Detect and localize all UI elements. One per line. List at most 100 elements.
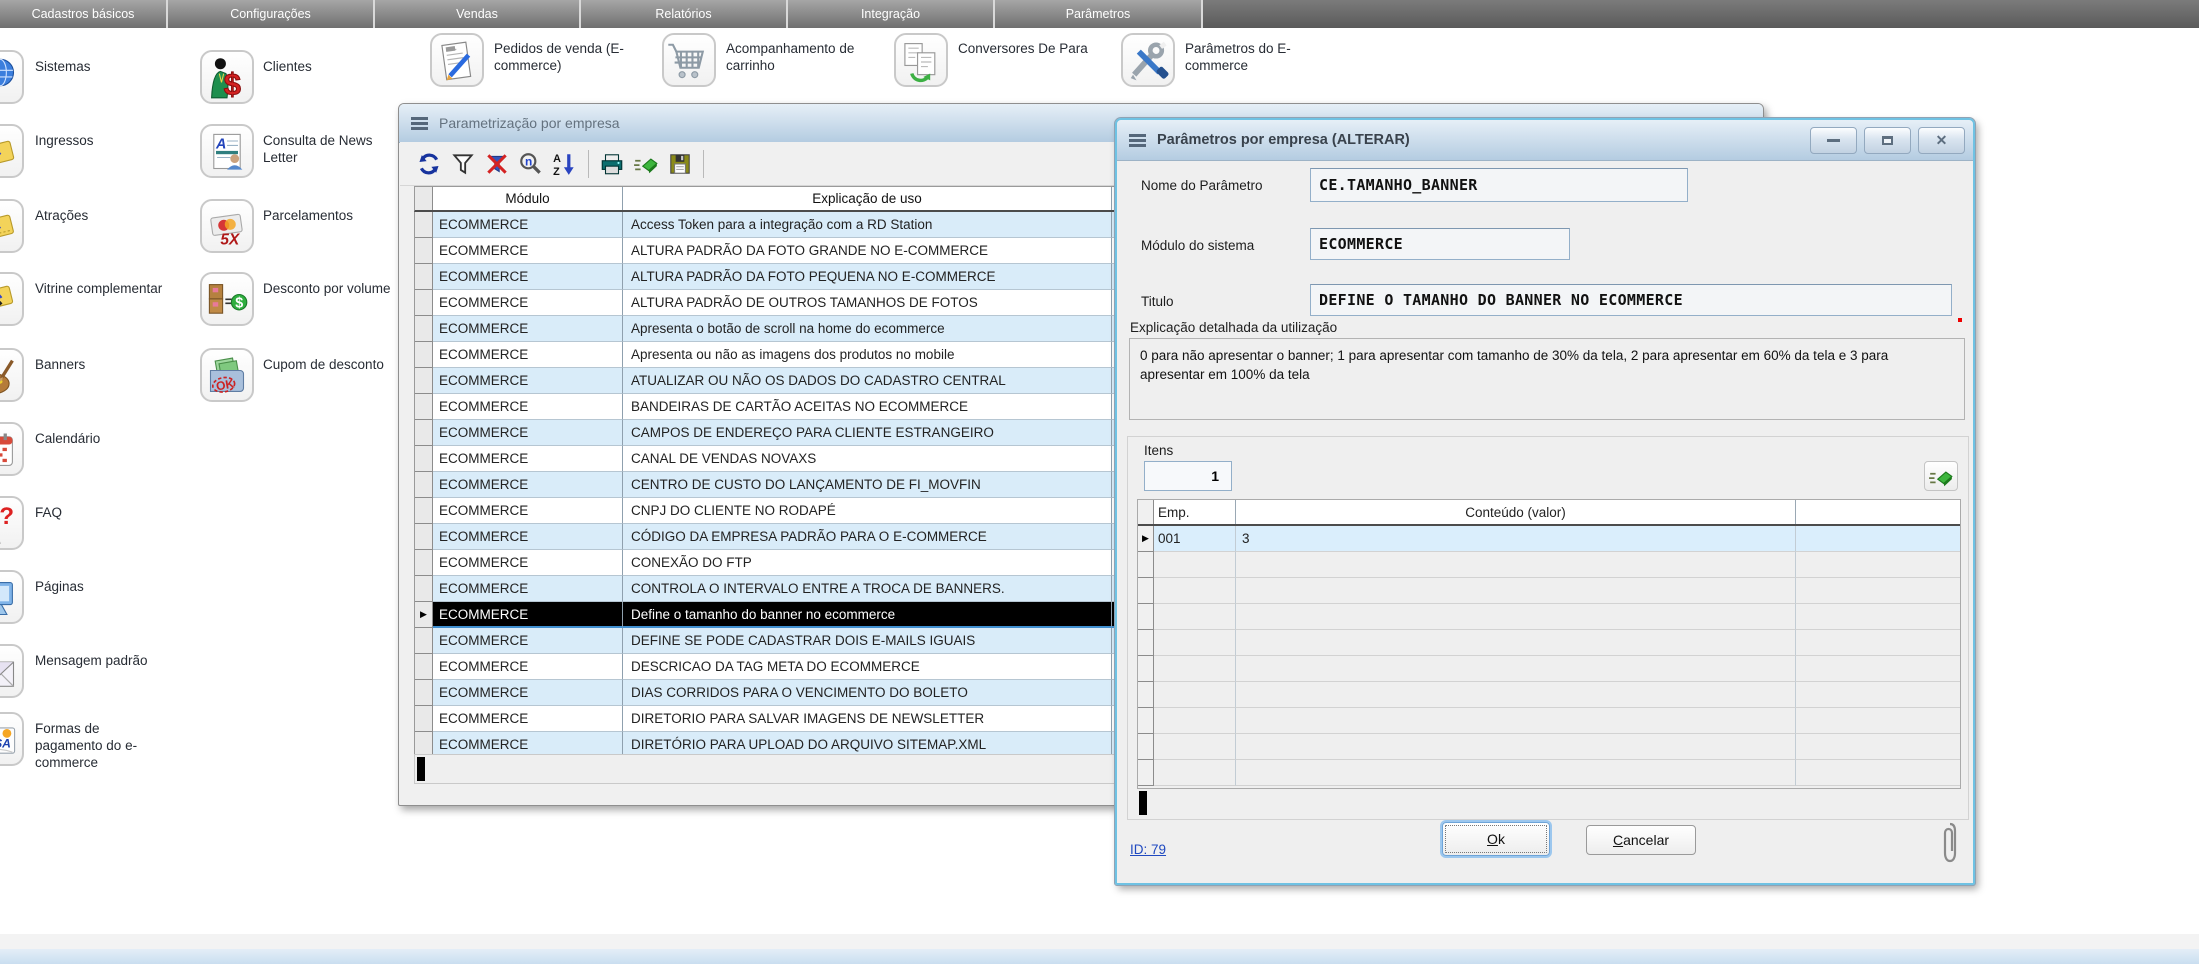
toolbar-separator xyxy=(588,150,589,178)
row-marker xyxy=(1138,734,1154,760)
print-button[interactable] xyxy=(597,149,627,179)
titulo-field[interactable] xyxy=(1310,284,1952,316)
row-marker xyxy=(1138,578,1154,604)
svg-text:n: n xyxy=(525,154,532,168)
ok-button[interactable]: Ok xyxy=(1442,822,1550,856)
modulo-sistema-label: Módulo do sistema xyxy=(1141,238,1254,253)
cell-modulo: ECOMMERCE xyxy=(433,680,623,706)
row-marker xyxy=(1138,630,1154,656)
menu-item-relatorios[interactable]: Relatórios xyxy=(581,0,788,28)
cell-valor xyxy=(1236,552,1796,578)
dialog-titlebar[interactable]: Parâmetros por empresa (ALTERAR) ✕ xyxy=(1117,120,1973,161)
cell-filler xyxy=(1796,604,1960,630)
svg-text:A: A xyxy=(553,152,561,164)
cell-modulo: ECOMMERCE xyxy=(433,654,623,680)
cell-filler xyxy=(1796,656,1960,682)
shortcut-label: Consulta de News Letter xyxy=(263,132,401,166)
erase-item-button[interactable] xyxy=(1924,461,1958,491)
nome-parametro-field[interactable] xyxy=(1310,168,1688,202)
explicacao-textarea[interactable]: 0 para não apresentar o banner; 1 para a… xyxy=(1129,338,1965,420)
column-header-explicacao[interactable]: Explicação de uso xyxy=(623,187,1112,210)
cell-emp xyxy=(1154,552,1236,578)
erase-button[interactable] xyxy=(631,149,661,179)
menu-item-integracao[interactable]: Integração xyxy=(788,0,995,28)
itens-table: Emp. Conteúdo (valor) ▶0013 xyxy=(1137,499,1961,789)
monitor-icon xyxy=(0,570,24,624)
row-marker: ▶ xyxy=(415,602,433,628)
shortcut-label: Acompanhamento de carrinho xyxy=(726,40,864,74)
cancel-button[interactable]: Cancelar xyxy=(1586,825,1696,855)
cell-explicacao: DESCRICAO DA TAG META DO ECOMMERCE xyxy=(623,654,1112,680)
column-header-emp[interactable]: Emp. xyxy=(1154,500,1236,524)
item-row-empty xyxy=(1138,578,1960,604)
row-marker xyxy=(415,446,433,472)
row-marker xyxy=(415,264,433,290)
column-header-modulo[interactable]: Módulo xyxy=(433,187,623,210)
required-marker xyxy=(1958,318,1962,322)
converter-icon xyxy=(894,33,948,87)
sort-az-button[interactable]: AZ xyxy=(550,149,580,179)
save-button[interactable] xyxy=(665,149,695,179)
cell-explicacao: ALTURA PADRÃO DE OUTROS TAMANHOS DE FOTO… xyxy=(623,290,1112,316)
item-row[interactable]: ▶0013 xyxy=(1138,526,1960,552)
svg-text:$: $ xyxy=(224,67,241,101)
itens-table-header: Emp. Conteúdo (valor) xyxy=(1138,500,1960,526)
cell-valor xyxy=(1236,578,1796,604)
modulo-sistema-field[interactable] xyxy=(1310,228,1570,260)
installments-5x-icon: 5X xyxy=(200,199,254,253)
menu-item-cadastros-basicos[interactable]: Cadastros básicos xyxy=(0,0,168,28)
window-menu-icon[interactable] xyxy=(411,117,429,129)
cell-modulo: ECOMMERCE xyxy=(433,368,623,394)
paperclip-icon[interactable] xyxy=(1941,820,1959,871)
close-button[interactable]: ✕ xyxy=(1918,127,1965,154)
column-header-conteudo[interactable]: Conteúdo (valor) xyxy=(1236,500,1796,524)
cell-modulo: ECOMMERCE xyxy=(433,446,623,472)
row-marker xyxy=(1138,552,1154,578)
row-marker xyxy=(1138,656,1154,682)
search-button[interactable]: n xyxy=(516,149,546,179)
record-id-link[interactable]: ID: 79 xyxy=(1130,842,1166,857)
item-row-empty xyxy=(1138,552,1960,578)
itens-count-field[interactable] xyxy=(1144,461,1232,491)
cell-modulo: ECOMMERCE xyxy=(433,628,623,654)
sales-order-icon xyxy=(430,33,484,87)
cell-explicacao: CENTRO DE CUSTO DO LANÇAMENTO DE FI_MOVF… xyxy=(623,472,1112,498)
maximize-button[interactable] xyxy=(1864,127,1911,154)
refresh-button[interactable] xyxy=(414,149,444,179)
row-marker xyxy=(1138,760,1154,786)
item-row-empty xyxy=(1138,604,1960,630)
filter-button[interactable] xyxy=(448,149,478,179)
cell-filler xyxy=(1796,682,1960,708)
faq-question-icon: ? xyxy=(0,496,24,550)
row-marker xyxy=(415,394,433,420)
cell-valor xyxy=(1236,708,1796,734)
cell-emp xyxy=(1154,604,1236,630)
menu-item-configuracoes[interactable]: Configurações xyxy=(168,0,375,28)
cell-filler xyxy=(1796,760,1960,786)
shortcut-label: Parcelamentos xyxy=(263,207,401,224)
cell-emp xyxy=(1154,760,1236,786)
minimize-button[interactable] xyxy=(1810,127,1857,154)
cell-valor xyxy=(1236,656,1796,682)
cell-modulo: ECOMMERCE xyxy=(433,394,623,420)
menu-item-parametros[interactable]: Parâmetros xyxy=(995,0,1203,28)
tools-icon xyxy=(1121,33,1175,87)
window-menu-icon[interactable] xyxy=(1129,134,1147,146)
cell-modulo: ECOMMERCE xyxy=(433,576,623,602)
shortcut-label: Desconto por volume xyxy=(263,280,401,297)
itens-label: Itens xyxy=(1144,443,1173,458)
scrollbar-thumb[interactable] xyxy=(417,757,425,781)
cell-explicacao: ALTURA PADRÃO DA FOTO GRANDE NO E-COMMER… xyxy=(623,238,1112,264)
shortcut-label: Ingressos xyxy=(35,132,163,149)
shortcut-label: Parâmetros do E-commerce xyxy=(1185,40,1323,74)
cell-emp xyxy=(1154,578,1236,604)
shortcut-label: Banners xyxy=(35,356,163,373)
menu-item-vendas[interactable]: Vendas xyxy=(375,0,581,28)
shortcut-label: Conversores De Para xyxy=(958,40,1096,57)
cell-modulo: ECOMMERCE xyxy=(433,420,623,446)
attraction-ticket-icon xyxy=(0,199,24,253)
cell-explicacao: Apresenta o botão de scroll na home do e… xyxy=(623,316,1112,342)
clear-filter-button[interactable] xyxy=(482,149,512,179)
newsletter-icon: A xyxy=(200,124,254,178)
cell-explicacao: Access Token para a integração com a RD … xyxy=(623,212,1112,238)
